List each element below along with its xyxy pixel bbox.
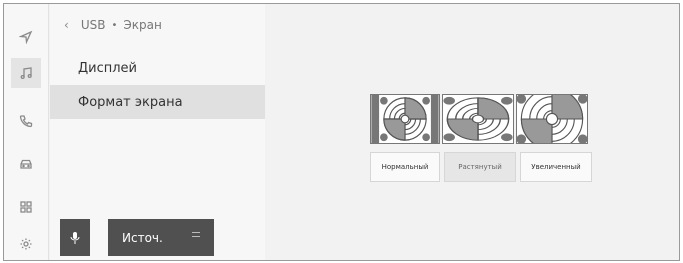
settings-gear-icon [20,238,32,250]
source-label: Источ. [122,230,163,245]
source-button[interactable]: Источ. [108,219,214,256]
breadcrumb: ‹ USB • Экран [64,18,162,32]
voice-button[interactable] [60,219,90,256]
menu-item-screen-format[interactable]: Формат экрана [50,85,265,119]
phone-icon [19,115,33,128]
preview-zoomed-image [516,94,588,144]
breadcrumb-page: Экран [123,18,162,32]
format-zoomed-button[interactable]: Увеличенный [520,152,592,182]
nav-rail-settings[interactable] [11,229,41,259]
breadcrumb-separator: • [111,19,118,31]
nav-rail-navigation[interactable] [11,22,41,52]
back-chevron-icon[interactable]: ‹ [64,18,69,32]
menu-lines-icon [192,232,200,240]
format-previews [370,94,590,144]
car-icon [20,159,32,169]
nav-rail-media[interactable] [11,58,41,88]
preview-normal-image [370,94,440,144]
microphone-icon [70,231,80,244]
navigation-icon [19,30,33,44]
preview-stretched-image [442,94,514,144]
nav-rail-vehicle[interactable] [11,149,41,179]
nav-rail-apps[interactable] [11,192,41,222]
format-normal-button[interactable]: Нормальный [370,152,440,182]
menu-item-display[interactable]: Дисплей [50,51,265,85]
music-note-icon [20,67,32,80]
nav-rail-phone[interactable] [11,106,41,136]
app-window: ‹ USB • Экран Дисплей Формат экрана Исто… [3,3,680,261]
settings-menu-panel: ‹ USB • Экран Дисплей Формат экрана Исто… [50,4,265,260]
format-stretched-button[interactable]: Растянутый [444,152,516,182]
nav-rail [4,4,49,260]
apps-grid-icon [20,201,32,213]
screen-format-content: Нормальный Растянутый Увеличенный [266,4,679,260]
breadcrumb-source: USB [80,18,106,32]
